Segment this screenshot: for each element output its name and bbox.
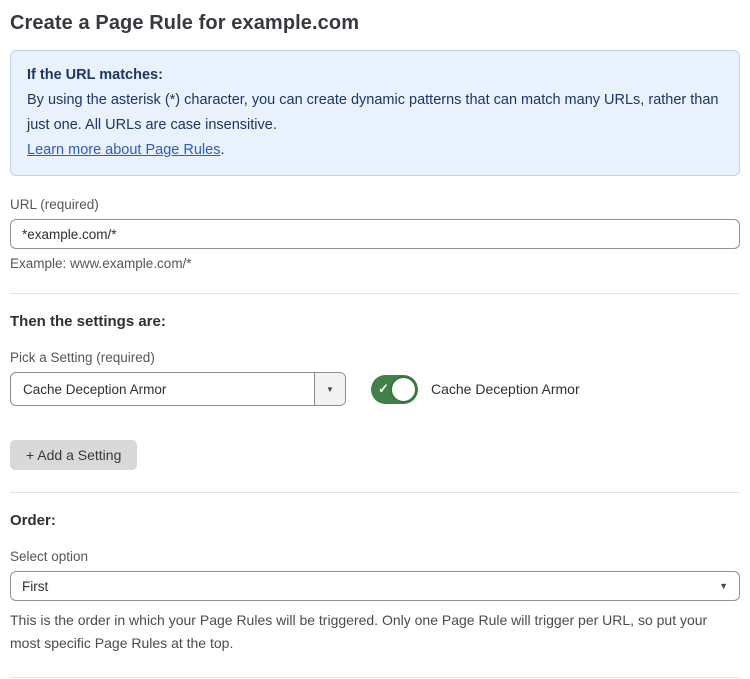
add-setting-button[interactable]: + Add a Setting: [10, 440, 137, 470]
order-select[interactable]: First ▼: [10, 571, 740, 601]
setting-row: Cache Deception Armor ▼ ✓ Cache Deceptio…: [10, 372, 740, 406]
info-heading: If the URL matches:: [27, 63, 723, 88]
page-title: Create a Page Rule for example.com: [10, 12, 740, 35]
link-period: .: [220, 142, 224, 158]
url-match-info-callout: If the URL matches: By using the asteris…: [10, 50, 740, 176]
url-input[interactable]: [10, 219, 740, 249]
check-icon: ✓: [378, 382, 389, 395]
pick-setting-label: Pick a Setting (required): [10, 350, 740, 365]
learn-more-link[interactable]: Learn more about Page Rules: [27, 142, 220, 158]
order-select-value: First: [22, 579, 48, 594]
chevron-down-icon: ▼: [719, 581, 728, 591]
cache-deception-armor-toggle[interactable]: ✓: [371, 375, 418, 404]
toggle-label: Cache Deception Armor: [431, 381, 580, 397]
divider-after-settings: [10, 492, 740, 493]
toggle-knob: [390, 376, 417, 403]
order-select-label: Select option: [10, 549, 740, 564]
url-field-label: URL (required): [10, 197, 740, 212]
setting-dropdown[interactable]: Cache Deception Armor ▼: [10, 372, 346, 406]
create-page-rule-form: Create a Page Rule for example.com If th…: [0, 0, 750, 679]
setting-dropdown-value: Cache Deception Armor: [11, 373, 314, 405]
divider-before-footer: [10, 677, 740, 678]
order-section-heading: Order:: [10, 512, 740, 529]
url-example-helper: Example: www.example.com/*: [10, 256, 740, 271]
setting-toggle-group: ✓ Cache Deception Armor: [371, 375, 580, 404]
info-link-line: Learn more about Page Rules.: [27, 138, 723, 163]
divider-after-url: [10, 293, 740, 294]
info-body-text: By using the asterisk (*) character, you…: [27, 88, 723, 138]
setting-dropdown-caret-button[interactable]: ▼: [314, 373, 345, 405]
chevron-down-icon: ▼: [326, 385, 334, 394]
settings-section-heading: Then the settings are:: [10, 313, 740, 330]
order-helper-text: This is the order in which your Page Rul…: [10, 609, 730, 655]
